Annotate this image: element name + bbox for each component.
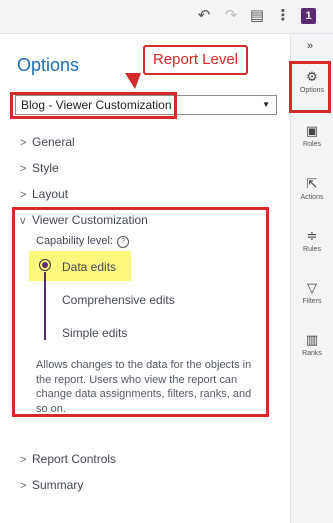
options-rail-annotation [289, 61, 331, 113]
rail-item-actions[interactable]: ⇱ Actions [291, 176, 333, 202]
rail-item-rules-label: Rules [303, 246, 321, 253]
section-style[interactable]: > Style [20, 161, 59, 175]
section-report-controls[interactable]: > Report Controls [20, 452, 116, 466]
callout-pointer [125, 73, 141, 89]
actions-icon: ⇱ [306, 176, 318, 191]
rail-item-ranks[interactable]: ▥ Ranks [291, 332, 333, 358]
chevron-down-icon: ▼ [262, 100, 270, 109]
chevron-right-icon: > [20, 137, 27, 149]
section-viewer-customization-label: Viewer Customization [32, 213, 148, 227]
chevron-right-icon: > [20, 163, 27, 175]
redo-icon[interactable]: ↷ [221, 6, 241, 26]
capability-option-simple-edits[interactable]: Simple edits [62, 326, 127, 340]
rail-item-filters[interactable]: ▽ Filters [291, 280, 333, 306]
callout-label: Report Level [152, 51, 239, 68]
more-icon[interactable]: ⋮ [273, 6, 293, 26]
section-report-controls-label: Report Controls [32, 452, 117, 466]
chevron-right-icon: > [20, 454, 27, 466]
filter-icon: ▽ [307, 280, 317, 295]
rail-item-ranks-label: Ranks [302, 350, 322, 357]
capability-level-text: Capability level: [36, 235, 114, 247]
section-general-label: General [32, 135, 75, 149]
capability-level-label: Capability level:? [36, 235, 130, 248]
page-title: Options [17, 55, 80, 75]
undo-icon[interactable]: ↶ [194, 6, 214, 26]
report-level-callout: Report Level [143, 45, 248, 75]
section-layout-label: Layout [32, 187, 69, 201]
notification-badge[interactable]: 1 [301, 8, 316, 24]
select-annotation-outline [10, 92, 177, 119]
rail-item-actions-label: Actions [300, 194, 324, 201]
roles-icon: ▣ [305, 123, 319, 138]
chevron-right-icon: > [20, 480, 27, 492]
collapse-rail-button[interactable]: » [307, 40, 313, 52]
ranks-icon: ▥ [305, 332, 319, 347]
help-icon[interactable]: ? [117, 236, 130, 248]
capability-description: Allows changes to the data for the objec… [36, 359, 252, 415]
chevron-right-icon: > [20, 189, 27, 201]
section-summary-label: Summary [32, 478, 84, 492]
rules-icon: ≑ [306, 228, 318, 243]
rail-item-filters-label: Filters [302, 298, 322, 305]
capability-option-data-edits[interactable]: Data edits [62, 260, 116, 274]
top-toolbar: ↶ ↷ ▤ ⋮ 1 [0, 0, 333, 34]
capability-slider-track[interactable] [44, 272, 46, 340]
section-layout[interactable]: > Layout [20, 187, 68, 201]
section-style-label: Style [32, 161, 59, 175]
section-summary[interactable]: > Summary [20, 478, 83, 492]
radio-dot-icon [42, 262, 48, 268]
rail-item-roles-label: Roles [303, 141, 321, 148]
rail-item-roles[interactable]: ▣ Roles [291, 123, 333, 149]
section-general[interactable]: > General [20, 135, 75, 149]
chevron-down-icon: v [20, 215, 26, 227]
rail-item-rules[interactable]: ≑ Rules [291, 228, 333, 254]
capability-option-comprehensive-edits[interactable]: Comprehensive edits [62, 293, 175, 307]
section-viewer-customization[interactable]: v Viewer Customization [20, 213, 148, 227]
pages-icon[interactable]: ▤ [247, 6, 267, 26]
